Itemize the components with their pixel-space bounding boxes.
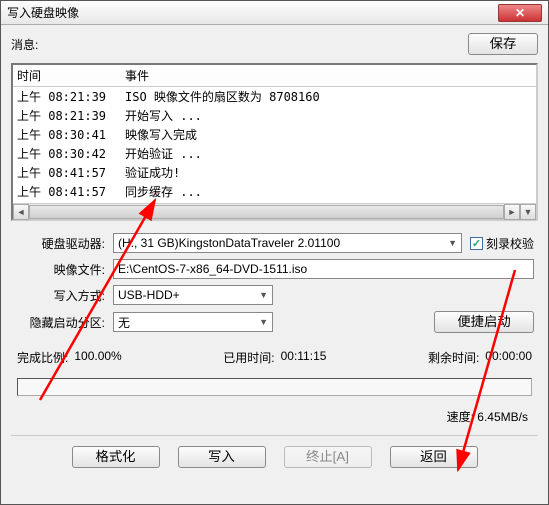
chevron-down-icon: ▼ (255, 317, 268, 327)
check-icon: ✓ (470, 237, 483, 250)
chevron-down-icon: ▼ (255, 290, 268, 300)
elapsed-label: 已用时间: (223, 349, 274, 366)
log-header-event: 事件 (125, 67, 532, 84)
image-label: 映像文件: (15, 261, 105, 278)
convenient-boot-button[interactable]: 便捷启动 (434, 311, 534, 333)
scroll-left-icon[interactable]: ◄ (13, 204, 29, 220)
scroll-right-icon[interactable]: ► (504, 204, 520, 220)
drive-label: 硬盘驱动器: (15, 235, 105, 252)
log-line: 上午 08:21:39ISO 映像文件的扇区数为 8708160 (13, 87, 536, 106)
log-line: 上午 08:21:39开始写入 ... (13, 106, 536, 125)
write-method-combo[interactable]: USB-HDD+ ▼ (113, 285, 273, 305)
log-header-time: 时间 (17, 67, 125, 84)
log-time: 上午 08:21:39 (17, 88, 125, 105)
log-event: 映像写入完成 (125, 126, 532, 143)
drive-value: (H:, 31 GB)KingstonDataTraveler 2.01100 (118, 236, 340, 250)
drive-combo[interactable]: (H:, 31 GB)KingstonDataTraveler 2.01100 … (113, 233, 462, 253)
log-panel: 时间 事件 上午 08:21:39ISO 映像文件的扇区数为 8708160上午… (11, 63, 538, 221)
log-line: 上午 08:30:41映像写入完成 (13, 125, 536, 144)
log-body[interactable]: 上午 08:21:39ISO 映像文件的扇区数为 8708160上午 08:21… (13, 87, 536, 203)
write-button[interactable]: 写入 (178, 446, 266, 468)
elapsed-value: 00:11:15 (281, 349, 327, 366)
log-event: 开始验证 ... (125, 145, 532, 162)
log-time: 上午 08:41:57 (17, 164, 125, 181)
hidden-boot-label: 隐藏启动分区: (15, 314, 105, 331)
horizontal-scrollbar[interactable]: ◄ ► ▼ (13, 203, 536, 219)
back-button[interactable]: 返回 (390, 446, 478, 468)
speed-value: 6.45MB/s (477, 410, 528, 424)
save-button[interactable]: 保存 (468, 33, 538, 55)
image-field[interactable]: E:\CentOS-7-x86_64-DVD-1511.iso (113, 259, 534, 279)
write-method-label: 写入方式: (15, 287, 105, 304)
progress-bar (17, 378, 532, 396)
chevron-down-icon: ▼ (444, 238, 457, 248)
log-line: 上午 08:41:57同步缓存 ... (13, 182, 536, 201)
abort-button: 终止[A] (284, 446, 372, 468)
image-value: E:\CentOS-7-x86_64-DVD-1511.iso (118, 262, 307, 276)
log-event: 开始写入 ... (125, 107, 532, 124)
format-button[interactable]: 格式化 (72, 446, 160, 468)
log-time: 上午 08:30:42 (17, 145, 125, 162)
done-ratio-label: 完成比例: (17, 349, 68, 366)
log-time: 上午 08:21:39 (17, 107, 125, 124)
close-icon: ✕ (515, 6, 525, 20)
window-title: 写入硬盘映像 (7, 4, 498, 21)
done-ratio-value: 100.00% (74, 349, 121, 366)
speed-label: 速度: (447, 410, 474, 424)
close-button[interactable]: ✕ (498, 4, 542, 22)
scroll-down-icon[interactable]: ▼ (520, 204, 536, 220)
log-time: 上午 08:30:41 (17, 126, 125, 143)
hidden-boot-combo[interactable]: 无 ▼ (113, 312, 273, 332)
log-event: ISO 映像文件的扇区数为 8708160 (125, 88, 532, 105)
log-event: 同步缓存 ... (125, 183, 532, 200)
titlebar: 写入硬盘映像 ✕ (1, 1, 548, 25)
hidden-boot-value: 无 (118, 314, 130, 331)
log-event: 验证成功! (125, 164, 532, 181)
remaining-value: 00:00:00 (485, 349, 532, 366)
remaining-label: 剩余时间: (428, 349, 479, 366)
log-time: 上午 08:41:57 (17, 183, 125, 200)
message-label: 消息: (11, 36, 38, 53)
verify-checkbox[interactable]: ✓ 刻录校验 (470, 235, 534, 252)
verify-label: 刻录校验 (486, 235, 534, 252)
log-line: 上午 08:30:42开始验证 ... (13, 144, 536, 163)
write-method-value: USB-HDD+ (118, 288, 180, 302)
log-line: 上午 08:41:57验证成功! (13, 163, 536, 182)
